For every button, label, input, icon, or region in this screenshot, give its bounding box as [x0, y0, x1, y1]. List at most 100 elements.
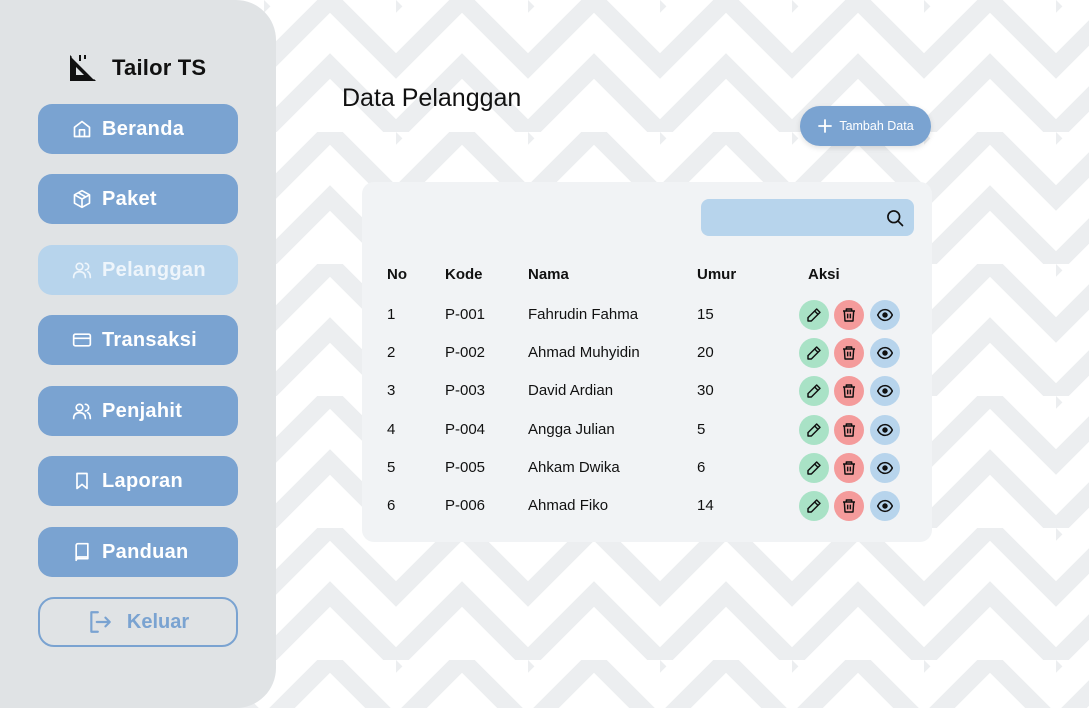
pencil-icon: [807, 308, 821, 322]
sidebar-item-panduan[interactable]: Panduan: [38, 527, 238, 577]
edit-button[interactable]: [799, 491, 829, 521]
logout-icon: [87, 609, 113, 635]
edit-button[interactable]: [799, 300, 829, 330]
trash-icon: [843, 461, 855, 475]
cell-umur: 15: [697, 306, 714, 323]
edit-button[interactable]: [799, 338, 829, 369]
sidebar-item-label: Pelanggan: [102, 258, 206, 281]
cell-nama: David Ardian: [528, 382, 614, 400]
table-row: 1 P-001 Fahrudin Fahma 15: [362, 300, 932, 338]
plus-icon: [817, 118, 833, 134]
trash-icon: [843, 384, 855, 399]
cell-no: 4: [387, 420, 396, 438]
package-icon: [72, 189, 92, 209]
sidebar-item-label: Panduan: [102, 540, 189, 563]
eye-icon: [877, 385, 893, 398]
view-button[interactable]: [870, 338, 900, 369]
sidebar-item-pelanggan[interactable]: Pelanggan: [38, 245, 238, 295]
add-data-button[interactable]: Tambah Data: [800, 106, 931, 146]
sidebar-item-penjahit[interactable]: Penjahit: [38, 386, 238, 436]
bookmark-icon: [72, 471, 92, 491]
users-icon: [72, 260, 92, 280]
cell-umur: 5: [697, 420, 706, 438]
cell-kode: P-006: [445, 497, 486, 514]
column-header-umur: Umur: [697, 266, 737, 283]
edit-button[interactable]: [799, 414, 829, 445]
trash-icon: [843, 308, 855, 322]
delete-button[interactable]: [834, 338, 864, 369]
home-icon: [72, 119, 92, 139]
edit-button[interactable]: [799, 452, 829, 483]
sidebar: Tailor TS Beranda Paket Pelanggan Transa…: [0, 0, 276, 708]
logout-label: Keluar: [126, 610, 190, 633]
cell-kode: P-002: [445, 344, 486, 362]
sidebar-item-laporan[interactable]: Laporan: [38, 456, 238, 506]
cell-umur: 6: [697, 458, 706, 476]
cell-no: 5: [387, 458, 396, 476]
search-icon[interactable]: [885, 208, 905, 228]
delete-button[interactable]: [834, 300, 864, 330]
table-row: 4 P-004 Angga Julian 5: [362, 414, 932, 453]
eye-icon: [877, 308, 893, 322]
app-logo[interactable]: Tailor TS: [68, 50, 206, 86]
cell-umur: 30: [697, 382, 714, 400]
delete-button[interactable]: [834, 376, 864, 407]
sidebar-item-paket[interactable]: Paket: [38, 174, 238, 224]
view-button[interactable]: [870, 414, 900, 445]
set-square-icon: [70, 55, 96, 81]
table-row: 5 P-005 Ahkam Dwika 6: [362, 452, 932, 491]
sidebar-item-label: Penjahit: [102, 399, 183, 422]
credit-card-icon: [72, 330, 92, 350]
sidebar-item-label: Paket: [102, 187, 157, 210]
cell-kode: P-005: [445, 458, 486, 476]
trash-icon: [843, 346, 855, 360]
trash-icon: [843, 499, 855, 513]
delete-button[interactable]: [834, 491, 864, 521]
table-row: 2 P-002 Ahmad Muhyidin 20: [362, 338, 932, 376]
view-button[interactable]: [870, 452, 900, 483]
edit-button[interactable]: [799, 376, 829, 407]
cell-nama: Angga Julian: [528, 420, 615, 438]
page-title: Data Pelanggan: [342, 84, 522, 112]
sidebar-item-beranda[interactable]: Beranda: [38, 104, 238, 154]
customer-table-card: No Kode Nama Umur Aksi 1 P-001 Fahrudin …: [362, 182, 932, 542]
delete-button[interactable]: [834, 414, 864, 445]
cell-no: 6: [387, 497, 396, 514]
eye-icon: [877, 347, 893, 360]
cell-kode: P-003: [445, 382, 486, 400]
table-row: 6 P-006 Ahmad Fiko 14: [362, 491, 932, 529]
sidebar-item-transaksi[interactable]: Transaksi: [38, 315, 238, 365]
eye-icon: [877, 423, 893, 436]
cell-kode: P-004: [445, 420, 486, 438]
column-header-nama: Nama: [528, 266, 569, 283]
pencil-icon: [807, 499, 821, 513]
column-header-no: No: [387, 266, 407, 283]
sidebar-item-label: Transaksi: [102, 328, 197, 351]
view-button[interactable]: [870, 376, 900, 407]
view-button[interactable]: [870, 300, 900, 330]
pencil-icon: [807, 461, 821, 475]
cell-nama: Ahkam Dwika: [528, 458, 620, 476]
search-input[interactable]: [711, 199, 871, 236]
cell-no: 1: [387, 306, 396, 323]
cell-umur: 14: [697, 497, 714, 514]
add-data-label: Tambah Data: [839, 119, 914, 133]
users-icon: [72, 401, 92, 421]
delete-button[interactable]: [834, 452, 864, 483]
cell-no: 2: [387, 344, 396, 362]
search-box: [701, 199, 914, 236]
eye-icon: [877, 499, 893, 513]
view-button[interactable]: [870, 491, 900, 521]
logout-button[interactable]: Keluar: [38, 597, 238, 647]
app-name: Tailor TS: [112, 55, 207, 80]
table-row: 3 P-003 David Ardian 30: [362, 376, 932, 414]
cell-nama: Ahmad Muhyidin: [528, 344, 640, 362]
cell-umur: 20: [697, 344, 714, 362]
book-icon: [72, 542, 92, 562]
cell-no: 3: [387, 382, 396, 400]
pencil-icon: [807, 384, 821, 399]
pencil-icon: [807, 422, 821, 437]
cell-nama: Ahmad Fiko: [528, 497, 609, 514]
column-header-kode: Kode: [445, 266, 483, 283]
sidebar-item-label: Laporan: [102, 469, 183, 492]
